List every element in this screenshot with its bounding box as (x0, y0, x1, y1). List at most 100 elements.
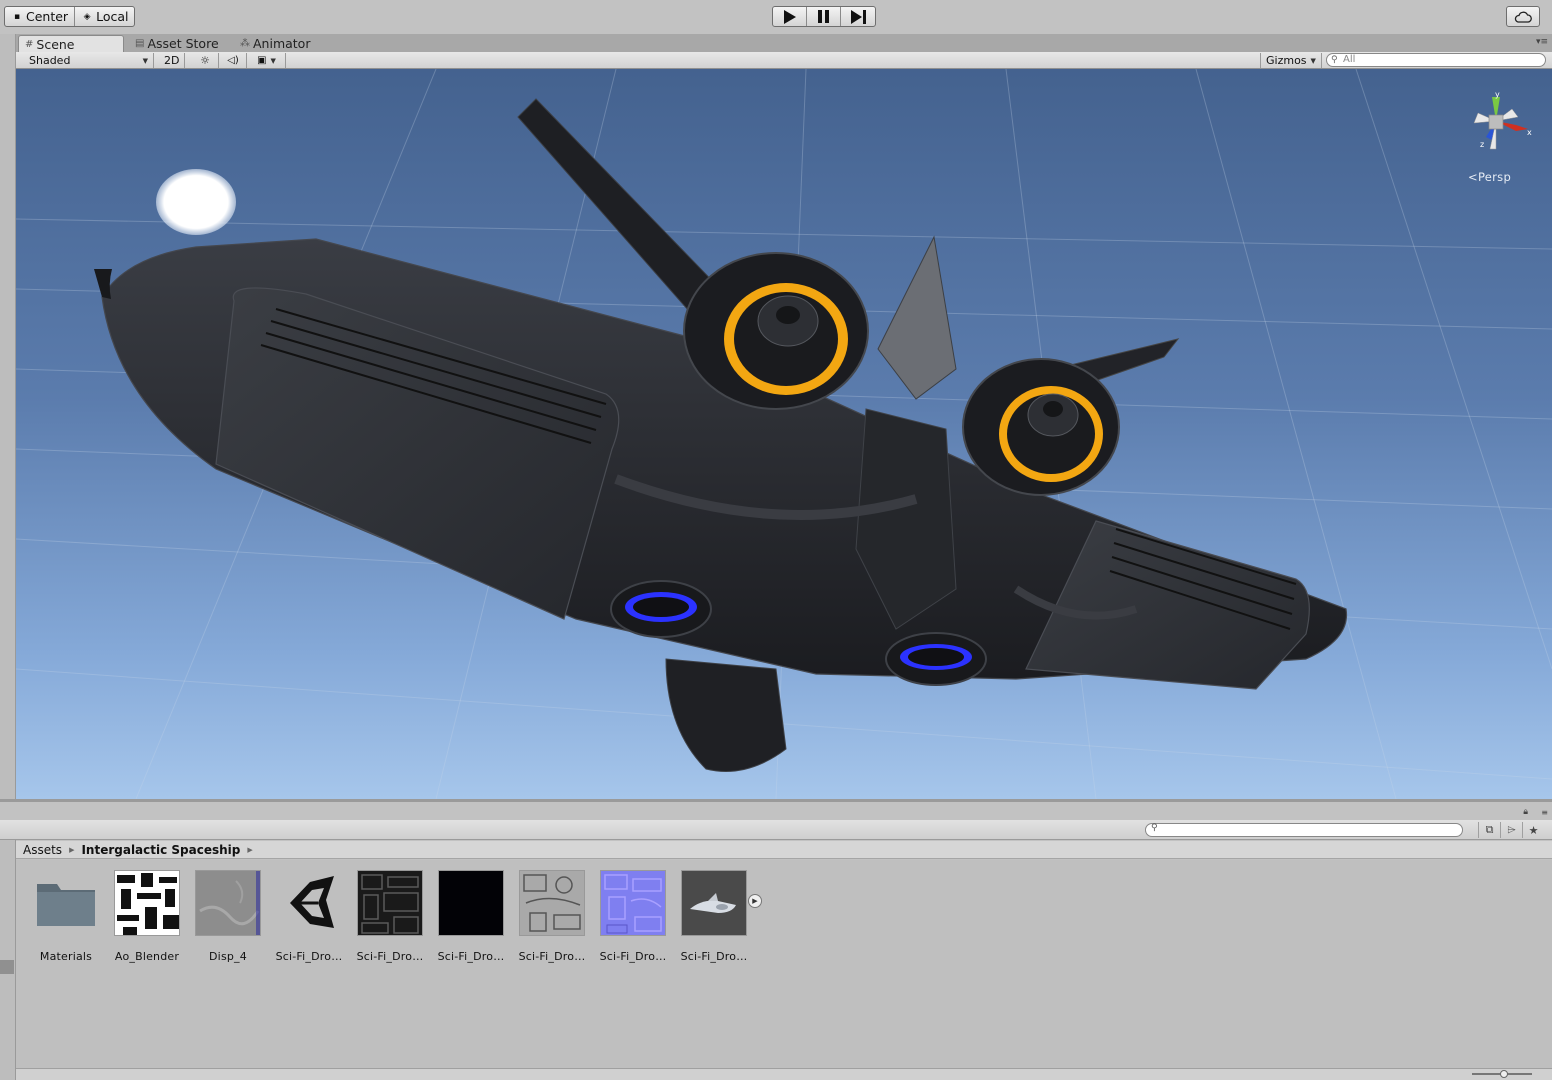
asset-item[interactable]: Disp_4 (178, 870, 261, 963)
axis-x-label: x (1527, 128, 1532, 137)
scene-tab-bar: # Scene ▤ Asset Store ⁂ Animator ▾≡ (16, 34, 1552, 52)
gizmos-label: Gizmos (1266, 54, 1307, 67)
expand-asset-icon[interactable]: ▶ (748, 894, 762, 908)
search-icon: ⚲ (1151, 823, 1158, 833)
image-icon: ▣ (257, 55, 267, 66)
store-icon: ▤ (135, 38, 145, 49)
axis-y-label: y (1495, 91, 1500, 99)
texture-thumbnail (114, 870, 180, 936)
lock-icon[interactable]: 🔒︎ (1523, 807, 1528, 817)
filter-by-type-button[interactable]: ⧉ (1478, 822, 1500, 838)
engine-left (683, 252, 869, 410)
breadcrumb-current[interactable]: Intergalactic Spaceship (81, 843, 240, 857)
play-button[interactable] (773, 7, 807, 26)
step-button[interactable] (841, 7, 875, 26)
tab-animator[interactable]: ⁂ Animator (234, 35, 316, 52)
filter-by-label-button[interactable]: ⌲ (1500, 822, 1522, 838)
project-panel-header: 🔒︎ ≡ (0, 802, 1552, 822)
scene-lighting-toggle[interactable]: ☼ (192, 53, 219, 68)
playmode-controls (772, 6, 876, 27)
pause-button[interactable] (807, 7, 841, 26)
tag-icon: ⌲ (1507, 823, 1516, 836)
pivot-toggle-group: ▪︎ Center ◈ Local (4, 6, 136, 27)
cloud-icon (1514, 11, 1532, 23)
asset-item[interactable]: Sci-Fi_Dro… (421, 870, 504, 963)
texture-thumbnail (357, 870, 423, 936)
tab-scene-label: Scene (36, 36, 75, 52)
search-icon: ⚲ (1331, 55, 1338, 65)
asset-item[interactable]: ▶ Sci-Fi_Dro… (664, 870, 762, 963)
gizmos-dropdown[interactable]: Gizmos ▼ (1260, 53, 1322, 68)
asset-label: Sci-Fi_Dro… (680, 950, 748, 963)
asset-item[interactable]: Sci-Fi_Dro… (583, 870, 666, 963)
shading-mode-value: Shaded (29, 54, 71, 67)
dropdown-arrow-icon: ▼ (142, 56, 148, 65)
asset-item[interactable]: Ao_Blender (97, 870, 180, 963)
step-icon (850, 9, 866, 24)
slider-knob[interactable] (1500, 1070, 1508, 1078)
persp-arrow-icon: < (1468, 170, 1478, 184)
panel-menu-icon[interactable]: ≡ (1541, 808, 1548, 817)
toggle-2d-button[interactable]: 2D (159, 53, 186, 68)
projection-toggle[interactable]: <Persp (1468, 170, 1511, 184)
star-icon: ★ (1528, 823, 1539, 837)
cube-icon: ◈ (83, 11, 91, 22)
main-toolbar: ▪︎ Center ◈ Local (0, 0, 1552, 34)
breadcrumb-separator-icon: ▶ (69, 845, 75, 854)
project-status-bar (16, 1068, 1552, 1080)
dropdown-arrow-icon: ▼ (1310, 56, 1316, 65)
scene-search-placeholder: All (1343, 54, 1356, 65)
cloud-button[interactable] (1506, 6, 1540, 27)
tab-asset-store-label: Asset Store (147, 36, 219, 51)
left-dock-strip (0, 34, 16, 800)
dropdown-arrow-icon: ▼ (270, 56, 276, 65)
model-thumbnail (681, 870, 747, 936)
tab-menu-icon[interactable]: ▾≡ (1536, 37, 1548, 47)
tab-animator-label: Animator (253, 36, 311, 51)
speaker-icon: ◁) (227, 55, 239, 66)
project-folder-tree (0, 840, 16, 1080)
sun-icon: ☼ (200, 54, 210, 67)
tab-asset-store[interactable]: ▤ Asset Store (129, 35, 225, 52)
pause-icon (818, 10, 829, 23)
asset-grid: Materials Ao_Blender Disp_4 Sci-Fi_Dro… … (16, 860, 1552, 1068)
asset-item[interactable]: Sci-Fi_Dro… (259, 870, 342, 963)
asset-item[interactable]: Sci-Fi_Dro… (502, 870, 585, 963)
handle-local-button[interactable]: ◈ Local (75, 7, 134, 26)
asset-item[interactable]: Sci-Fi_Dro… (340, 870, 423, 963)
thumbnail-size-slider[interactable] (1472, 1070, 1532, 1078)
tab-scene[interactable]: # Scene (18, 35, 124, 52)
grid-icon: # (25, 38, 34, 50)
scene-effects-dropdown[interactable]: ▣ ▼ (248, 53, 286, 68)
scene-audio-toggle[interactable]: ◁) (220, 53, 247, 68)
breadcrumb-root[interactable]: Assets (23, 843, 62, 857)
animator-icon: ⁂ (240, 38, 250, 49)
shapes-icon: ⧉ (1485, 823, 1494, 836)
handle-local-label: Local (96, 9, 129, 24)
folder-icon (33, 870, 99, 936)
pivot-center-label: Center (26, 9, 69, 24)
scrollbar-thumb[interactable] (0, 960, 14, 974)
sun-light (156, 169, 236, 235)
spaceship-model (94, 98, 1348, 772)
project-toolbar: ⚲ ⧉ ⌲ ★ (0, 820, 1552, 840)
texture-thumbnail (519, 870, 585, 936)
engine-right (962, 358, 1120, 496)
thruster-right (885, 632, 987, 686)
scene-toolbar: Shaded ▼ 2D ☼ ◁) ▣ ▼ Gizmos ▼ ⚲ All (16, 52, 1552, 69)
texture-thumbnail (438, 870, 504, 936)
breadcrumb-separator-icon: ▶ (247, 845, 253, 854)
project-search-input[interactable]: ⚲ (1145, 823, 1463, 837)
asset-item[interactable]: Materials (16, 870, 99, 963)
play-icon (783, 9, 796, 24)
orientation-gizmo[interactable]: y x z (1456, 91, 1536, 161)
toggle-2d-label: 2D (164, 54, 180, 67)
shading-mode-dropdown[interactable]: Shaded ▼ (24, 53, 154, 68)
scene-viewport[interactable]: y x z <Persp (16, 69, 1552, 799)
scene-render (16, 69, 1552, 799)
favorites-button[interactable]: ★ (1522, 822, 1544, 838)
scene-search-input[interactable]: ⚲ All (1326, 53, 1546, 67)
axis-z-label: z (1480, 140, 1484, 149)
pivot-center-button[interactable]: ▪︎ Center (5, 7, 76, 26)
unity-logo-icon (276, 870, 342, 936)
